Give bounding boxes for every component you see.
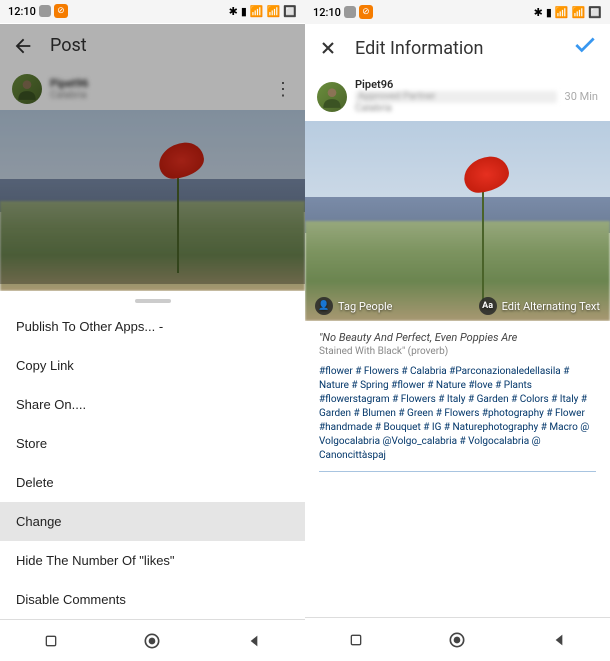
close-icon[interactable] — [317, 37, 339, 59]
avatar[interactable] — [317, 82, 347, 112]
tag-people-button[interactable]: 👤 Tag People — [315, 297, 393, 315]
username[interactable]: Pipet96 — [50, 77, 265, 90]
action-sheet: Publish To Other Apps... - Copy Link Sha… — [0, 291, 305, 619]
caption-divider — [319, 471, 596, 472]
signal-icon: 📶 — [267, 5, 281, 18]
nav-home-icon[interactable] — [443, 626, 471, 654]
caption-editor[interactable]: "No Beauty And Perfect, Even Poppies Are… — [305, 321, 610, 617]
phone-screen-right: 12:10 ⊘ ✱ ▮ 📶 📶 🔲 Edit Information Pipet… — [305, 0, 610, 661]
caption-quote[interactable]: "No Beauty And Perfect, Even Poppies Are — [319, 331, 596, 344]
signal-icon: ▮ — [546, 6, 552, 19]
edit-alt-text-button[interactable]: Aa Edit Alternating Text — [479, 297, 600, 315]
nav-back-icon[interactable] — [240, 627, 268, 655]
partner-badge: Approved Partner — [355, 91, 557, 103]
username[interactable]: Pipet96 — [355, 78, 557, 91]
disable-comments-button[interactable]: Disable Comments — [0, 580, 305, 619]
post-timestamp: 30 Min — [565, 90, 598, 103]
battery-icon: 🔲 — [588, 6, 602, 19]
copy-link-button[interactable]: Copy Link — [0, 346, 305, 385]
publish-apps-button[interactable]: Publish To Other Apps... - — [0, 307, 305, 346]
confirm-check-icon[interactable] — [572, 32, 598, 64]
status-time: 12:10 — [313, 6, 341, 19]
bluetooth-icon: ✱ — [229, 5, 238, 18]
status-bar: 12:10 ⊘ ✱ ▮ 📶 📶 🔲 — [305, 0, 610, 24]
battery-icon: 🔲 — [283, 5, 297, 18]
post-user-row: Pipet96 Approved Partner Calabria 30 Min — [305, 72, 610, 121]
page-title: Post — [50, 35, 293, 56]
person-icon: 👤 — [315, 297, 333, 315]
android-navbar — [0, 619, 305, 661]
delete-button[interactable]: Delete — [0, 463, 305, 502]
sheet-handle[interactable] — [135, 299, 171, 303]
avatar[interactable] — [12, 74, 42, 104]
post-photo — [0, 110, 305, 291]
status-icon: ⊘ — [54, 4, 68, 18]
post-photo: 👤 Tag People Aa Edit Alternating Text — [305, 121, 610, 321]
status-icon — [344, 6, 356, 18]
nav-back-icon[interactable] — [545, 626, 573, 654]
nav-recent-icon[interactable] — [342, 626, 370, 654]
nav-recent-icon[interactable] — [37, 627, 65, 655]
post-location[interactable]: Calabria — [355, 103, 557, 115]
post-user-row: Pipet96 Calabria ⋮ — [0, 68, 305, 110]
status-icon — [39, 5, 51, 17]
signal-icon: 📶 — [555, 6, 569, 19]
phone-screen-left: 12:10 ⊘ ✱ ▮ 📶 📶 🔲 Post Pipet96 Calabria … — [0, 0, 305, 661]
page-title: Edit Information — [355, 38, 556, 59]
share-on-button[interactable]: Share On.... — [0, 385, 305, 424]
edit-header-bar: Edit Information — [305, 24, 610, 72]
hide-likes-button[interactable]: Hide The Number Of "likes" — [0, 541, 305, 580]
post-location[interactable]: Calabria — [50, 90, 265, 102]
nav-home-icon[interactable] — [138, 627, 166, 655]
caption-proverb[interactable]: Stained With Black" (proverb) — [319, 346, 596, 357]
status-time: 12:10 — [8, 5, 36, 18]
signal-icon: 📶 — [572, 6, 586, 19]
bluetooth-icon: ✱ — [534, 6, 543, 19]
status-icon: ⊘ — [359, 5, 373, 19]
signal-icon: ▮ — [241, 5, 247, 18]
status-icons: ✱ ▮ 📶 📶 🔲 — [534, 6, 602, 19]
android-navbar — [305, 617, 610, 661]
signal-icon: 📶 — [250, 5, 264, 18]
change-button[interactable]: Change — [0, 502, 305, 541]
status-icons: ✱ ▮ 📶 📶 🔲 — [229, 5, 297, 18]
text-icon: Aa — [479, 297, 497, 315]
status-bar: 12:10 ⊘ ✱ ▮ 📶 📶 🔲 — [0, 0, 305, 23]
caption-hashtags[interactable]: #flower # Flowers # Calabria #Parconazio… — [319, 365, 596, 463]
more-options-icon[interactable]: ⋮ — [273, 79, 293, 100]
back-arrow-icon[interactable] — [12, 35, 34, 57]
store-button[interactable]: Store — [0, 424, 305, 463]
post-header-bar: Post — [0, 23, 305, 69]
